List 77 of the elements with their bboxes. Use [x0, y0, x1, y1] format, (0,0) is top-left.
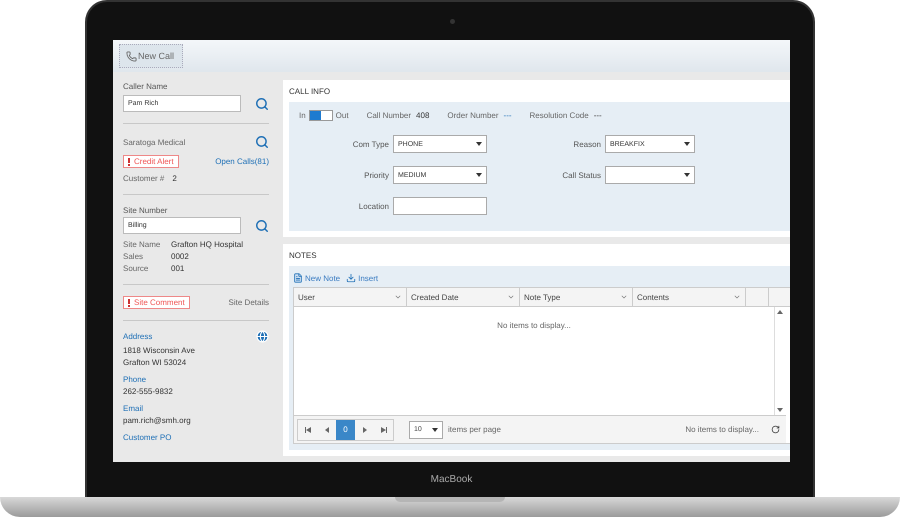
select-field[interactable] — [605, 166, 695, 184]
pager-status: No items to display... — [685, 425, 759, 434]
caret-icon — [476, 173, 482, 177]
chevron-icon — [507, 293, 515, 301]
field-value: 2 — [172, 174, 177, 183]
new-call-button[interactable]: New Call — [119, 44, 184, 68]
field-value: --- — [594, 111, 602, 120]
section-heading: Address — [123, 332, 152, 341]
field-label: Call Status — [561, 170, 601, 180]
toggle-label: In — [299, 111, 306, 120]
insert-button[interactable]: Insert — [346, 273, 378, 283]
contact-text: 1818 Wisconsin Ave — [123, 346, 196, 355]
download-icon — [346, 273, 356, 283]
page-button[interactable]: 0 — [336, 420, 355, 440]
field-label: Location — [358, 202, 389, 210]
chevron-icon — [620, 293, 628, 301]
caret-icon — [684, 142, 690, 146]
field-label: Reason — [572, 140, 601, 148]
search-icon[interactable] — [255, 135, 269, 149]
alert-tag[interactable]: Credit Alert — [123, 155, 179, 168]
field-label: Caller Name — [123, 82, 168, 91]
refresh-icon[interactable] — [771, 425, 780, 434]
search-icon[interactable] — [255, 96, 269, 110]
field-label: Resolution Code — [530, 111, 589, 120]
globe-icon[interactable] — [256, 330, 269, 343]
field-label: Priority — [363, 170, 389, 180]
caret-icon — [432, 428, 438, 432]
field-label: Sales — [123, 252, 144, 261]
next-icon — [362, 426, 368, 432]
site-details-link[interactable]: Site Details — [228, 298, 269, 307]
phone-icon — [126, 50, 137, 62]
in-out-toggle[interactable] — [308, 110, 333, 121]
new-note-button[interactable]: New Note — [293, 273, 340, 283]
contact-text: pam.rich@smh.org — [123, 416, 192, 425]
column-header[interactable]: Note Type — [520, 288, 633, 306]
scroll-up-icon — [777, 309, 783, 315]
contact-text: Grafton WI 53024 — [123, 358, 188, 367]
search-icon[interactable] — [255, 218, 269, 232]
caret-icon — [476, 142, 482, 146]
field-value[interactable]: --- — [504, 111, 512, 120]
open-calls-link[interactable]: Open Calls(81) — [215, 157, 269, 166]
scroll-down-icon — [777, 407, 783, 413]
chevron-icon — [733, 293, 741, 301]
caret-icon — [684, 173, 690, 177]
field-label: Call Number — [366, 111, 412, 120]
first-page-icon — [304, 426, 310, 432]
field-label: Site Name — [123, 240, 162, 249]
empty-message: No items to display... — [497, 321, 571, 332]
field-value: Grafton HQ Hospital — [171, 240, 244, 249]
device-label: MacBook — [430, 474, 472, 485]
section-heading: Email — [123, 404, 144, 413]
chevron-icon — [394, 293, 402, 301]
input-field[interactable] — [393, 197, 487, 215]
field-value: 001 — [171, 264, 186, 273]
toggle-label: Out — [336, 111, 349, 120]
column-header[interactable]: Created Date — [407, 288, 520, 306]
card-title: NOTES — [289, 251, 318, 260]
previous-icon — [324, 426, 330, 432]
field-value: 408 — [416, 111, 430, 120]
contact-text: 262-555-9832 — [123, 387, 174, 396]
field-label: Order Number — [447, 111, 499, 120]
section-heading: Phone — [123, 375, 148, 384]
column-header[interactable]: User — [294, 288, 407, 306]
document-icon — [293, 273, 303, 283]
last-page-icon — [380, 426, 386, 432]
field-label: Site Number — [123, 206, 168, 215]
scrollbar[interactable] — [774, 307, 785, 415]
field-value: 0002 — [171, 252, 190, 261]
customer-name: Saratoga Medical — [123, 138, 186, 146]
card-title: CALL INFO — [289, 87, 332, 96]
field-label: Source — [123, 264, 150, 273]
field-label: Customer # — [123, 174, 164, 183]
camera-icon — [450, 19, 455, 24]
per-page-label: items per page — [448, 425, 501, 434]
column-header[interactable]: Contents — [633, 288, 746, 306]
section-heading: Customer PO — [123, 433, 172, 442]
field-label: Com Type — [352, 140, 389, 148]
